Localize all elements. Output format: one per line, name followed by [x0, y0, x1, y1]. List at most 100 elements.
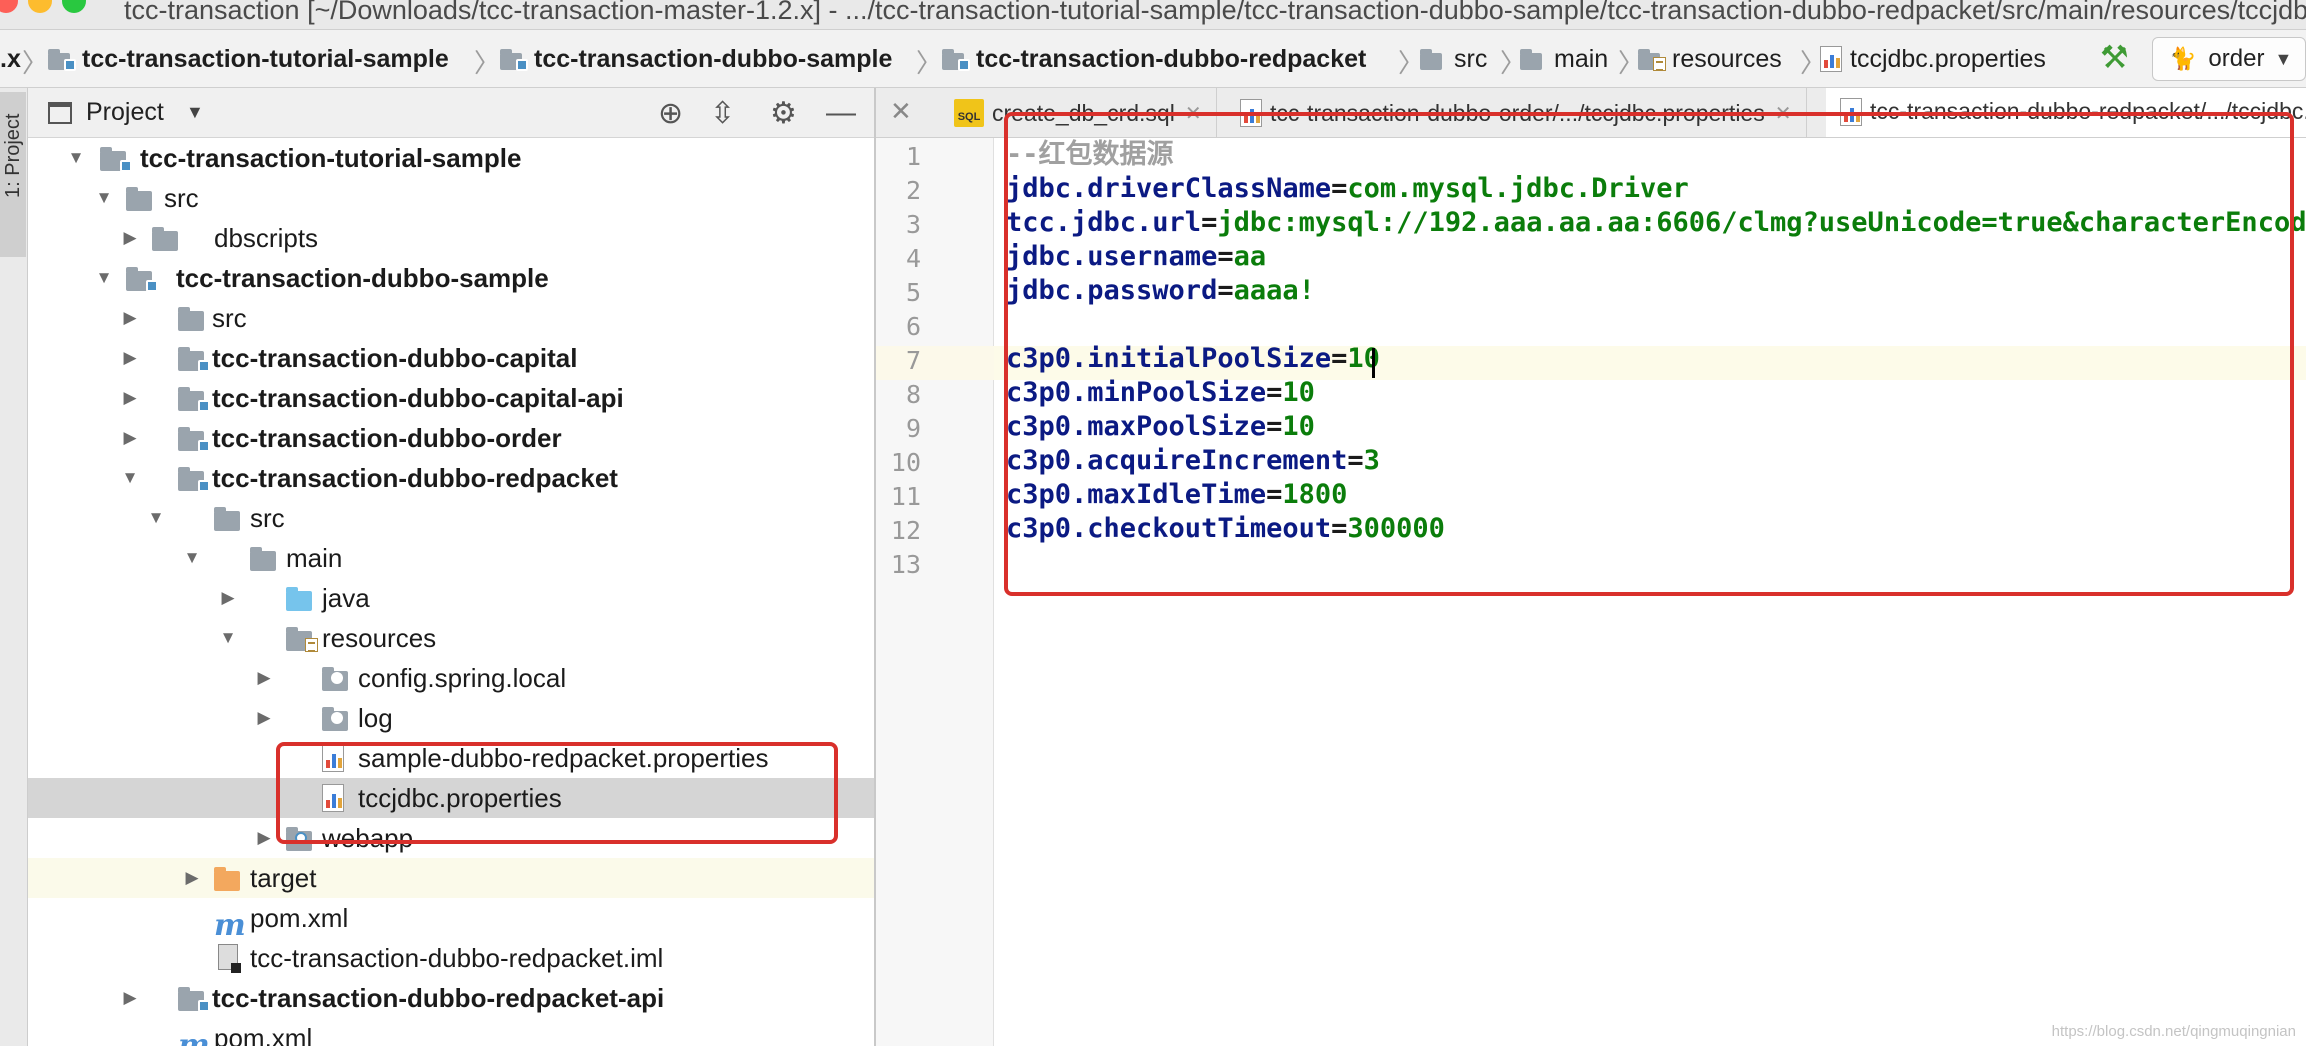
- close-window-button[interactable]: [0, 0, 18, 13]
- expand-arrow-icon[interactable]: ▼: [182, 548, 202, 568]
- breadcrumb-separator: 〉: [474, 48, 501, 78]
- expand-arrow-icon[interactable]: ▼: [146, 508, 166, 528]
- collapse-arrow-icon[interactable]: ▶: [254, 708, 274, 728]
- line-number: 2: [905, 176, 921, 205]
- tree-node-label: src: [212, 302, 247, 333]
- locate-target-icon[interactable]: ⊕: [658, 96, 683, 131]
- tree-node-module[interactable]: ▶ tcc-transaction-dubbo-redpacket-api: [28, 978, 874, 1018]
- collapse-arrow-icon[interactable]: ▶: [120, 228, 140, 248]
- project-view-title[interactable]: Project: [86, 98, 164, 127]
- tree-node-label: tcc-transaction-dubbo-sample: [176, 262, 549, 293]
- tree-node-file[interactable]: m pom.xml: [28, 1018, 874, 1046]
- build-hammer-icon[interactable]: ⚒: [2100, 38, 2129, 76]
- line-number: 10: [890, 448, 921, 477]
- collapse-arrow-icon[interactable]: ▶: [120, 308, 140, 328]
- collapse-arrow-icon[interactable]: ▶: [120, 428, 140, 448]
- collapse-arrow-icon[interactable]: ▶: [254, 668, 274, 688]
- tree-node-label: tcc-transaction-tutorial-sample: [140, 142, 522, 173]
- tree-node-folder[interactable]: ▼ resources: [28, 618, 874, 658]
- line-number: 7: [905, 346, 921, 375]
- breadcrumb-label: resources: [1672, 44, 1782, 73]
- breadcrumb-dubbo-sample[interactable]: tcc-transaction-dubbo-sample: [500, 41, 892, 77]
- maven-icon: m: [178, 1028, 210, 1046]
- expand-arrow-icon[interactable]: ▼: [94, 268, 114, 288]
- tree-node-folder[interactable]: ▼ src: [28, 498, 874, 538]
- breadcrumb-root[interactable]: .x: [0, 41, 21, 77]
- resources-folder-icon: [1638, 49, 1666, 71]
- collapse-arrow-icon[interactable]: ▶: [254, 828, 274, 848]
- line-number: 9: [905, 414, 921, 443]
- module-icon: [500, 49, 528, 71]
- tree-node-label: resources: [322, 622, 437, 653]
- tree-node-label: main: [286, 542, 343, 573]
- collapse-arrow-icon[interactable]: ▶: [182, 868, 202, 888]
- collapse-arrow-icon[interactable]: ▶: [120, 348, 140, 368]
- expand-arrow-icon[interactable]: ▼: [94, 188, 114, 208]
- tree-node-folder[interactable]: ▶ src: [28, 298, 874, 338]
- tree-node-module[interactable]: ▼ tcc-transaction-dubbo-sample: [28, 258, 874, 298]
- tree-node-folder[interactable]: ▼ src: [28, 178, 874, 218]
- tree-node-file[interactable]: m pom.xml: [28, 898, 874, 944]
- zoom-window-button[interactable]: [62, 0, 86, 13]
- gear-icon[interactable]: ⚙: [770, 96, 797, 131]
- tree-node-module[interactable]: ▶ tcc-transaction-dubbo-capital: [28, 338, 874, 378]
- minimize-window-button[interactable]: [28, 0, 52, 13]
- tree-node-module[interactable]: ▶ tcc-transaction-dubbo-order: [28, 418, 874, 458]
- breadcrumb-dubbo-redpacket[interactable]: tcc-transaction-dubbo-redpacket: [942, 41, 1366, 77]
- expand-arrow-icon[interactable]: ▼: [66, 148, 86, 168]
- sql-file-icon: SQL: [954, 99, 984, 127]
- tree-node-folder[interactable]: ▶ log: [28, 698, 874, 738]
- module-icon: [48, 49, 76, 71]
- collapse-arrow-icon[interactable]: ▶: [120, 988, 140, 1008]
- breadcrumb-tutorial-sample[interactable]: tcc-transaction-tutorial-sample: [48, 41, 449, 77]
- tree-node-folder[interactable]: ▶ config.spring.local: [28, 658, 874, 698]
- line-number: 4: [905, 244, 921, 273]
- line-number: 5: [905, 278, 921, 307]
- chevron-down-icon: ▼: [2274, 48, 2293, 69]
- maven-icon: m: [214, 908, 246, 943]
- module-folder-icon: [178, 986, 210, 1012]
- run-configuration-label: order: [2208, 45, 2265, 72]
- project-tool-window-label: 1: Project: [2, 113, 24, 198]
- collapse-all-icon[interactable]: ⇳: [710, 96, 735, 131]
- expand-arrow-icon[interactable]: ▼: [120, 468, 140, 488]
- project-tree[interactable]: ▼ tcc-transaction-tutorial-sample ▼ src …: [28, 138, 874, 1046]
- chevron-down-icon[interactable]: ▼: [186, 102, 204, 123]
- breadcrumb-main[interactable]: main: [1520, 41, 1608, 77]
- tree-node-label: log: [358, 702, 393, 733]
- line-number: 12: [890, 516, 921, 545]
- expand-arrow-icon[interactable]: ▼: [218, 628, 238, 648]
- navigation-bar: .x 〉 tcc-transaction-tutorial-sample 〉 t…: [0, 30, 2306, 88]
- line-number: 6: [905, 312, 921, 341]
- tree-node-folder[interactable]: ▶ dbscripts: [28, 218, 874, 258]
- tree-node-file[interactable]: tcc-transaction-dubbo-redpacket.iml: [28, 938, 874, 978]
- tree-node-module[interactable]: ▼ tcc-transaction-tutorial-sample: [28, 138, 874, 178]
- line-number: 11: [890, 482, 921, 511]
- module-folder-icon: [178, 346, 210, 372]
- collapse-arrow-icon[interactable]: ▶: [218, 588, 238, 608]
- config-folder-icon: [322, 706, 352, 731]
- folder-icon: [178, 306, 208, 331]
- hide-panel-icon[interactable]: —: [826, 96, 856, 130]
- run-configuration-select[interactable]: 🐈 order ▼: [2152, 37, 2306, 81]
- tree-node-folder[interactable]: ▶ java: [28, 578, 874, 618]
- breadcrumb-label: main: [1554, 44, 1609, 73]
- watermark: https://blog.csdn.net/qingmuqingnian: [2051, 1023, 2296, 1040]
- tree-node-module[interactable]: ▼ tcc-transaction-dubbo-redpacket: [28, 458, 874, 498]
- module-folder-icon: [178, 426, 210, 452]
- collapse-arrow-icon[interactable]: ▶: [120, 388, 140, 408]
- annotation-box-tree-files: [276, 742, 838, 844]
- breadcrumb-resources[interactable]: resources: [1638, 41, 1782, 77]
- breadcrumb-file[interactable]: tccjdbc.properties: [1820, 41, 2046, 77]
- tree-node-module[interactable]: ▶ tcc-transaction-dubbo-capital-api: [28, 378, 874, 418]
- close-icon[interactable]: ✕: [890, 96, 912, 127]
- tree-node-label: config.spring.local: [358, 662, 567, 693]
- breadcrumb-label: tccjdbc.properties: [1850, 44, 2046, 73]
- folder-icon: [126, 186, 156, 211]
- annotation-box-editor: [1004, 112, 2294, 596]
- tree-node-folder[interactable]: ▶ target: [28, 858, 874, 898]
- tree-node-label: pom.xml: [214, 1022, 313, 1046]
- iml-file-icon: [218, 944, 248, 973]
- tree-node-folder[interactable]: ▼ main: [28, 538, 874, 578]
- breadcrumb-src[interactable]: src: [1420, 41, 1487, 77]
